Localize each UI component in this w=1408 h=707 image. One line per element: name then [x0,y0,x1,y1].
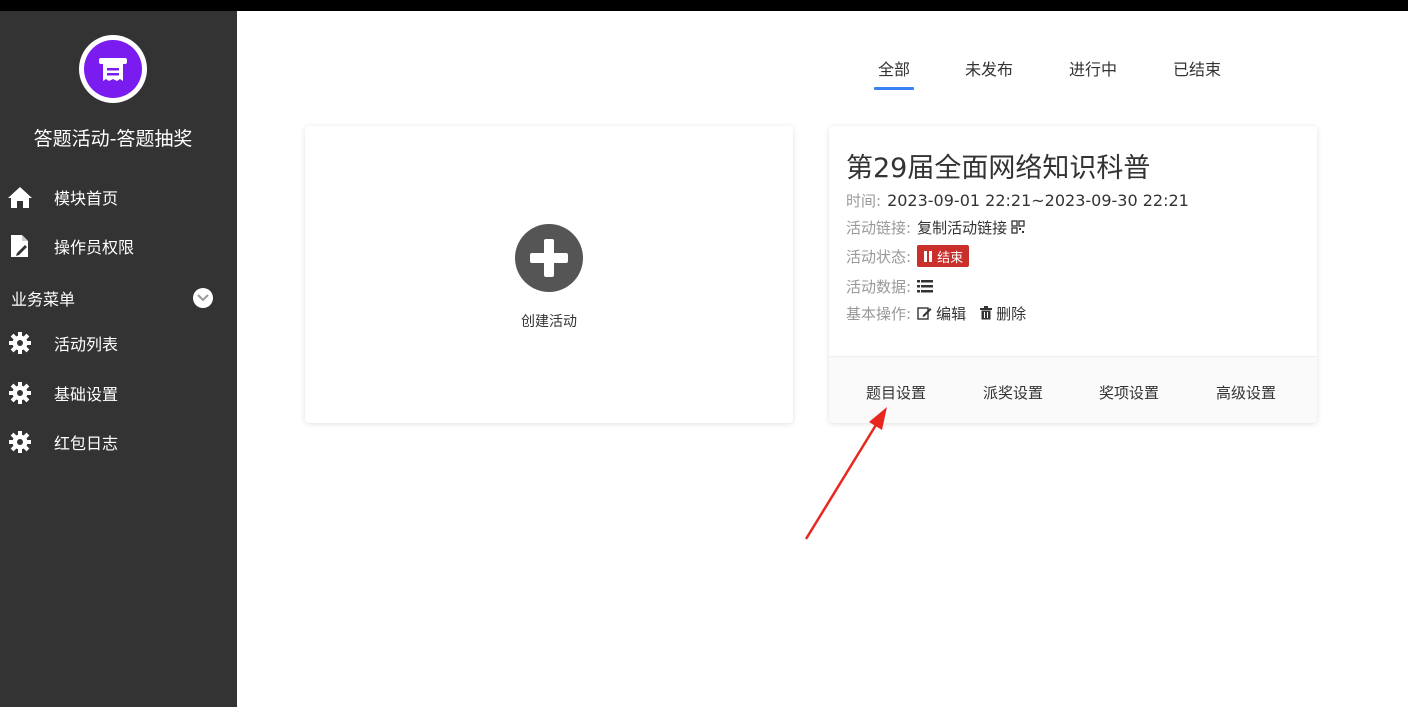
question-settings-button[interactable]: 题目设置 [866,382,926,403]
tab-label: 已结束 [1173,60,1222,79]
tab-label: 未发布 [965,60,1014,79]
activity-time-row: 时间: 2023-09-01 22:21~2023-09-30 22:21 [846,189,1189,211]
award-settings-button[interactable]: 奖项设置 [1099,382,1159,403]
gear-icon [7,380,33,406]
sidebar: 答题活动-答题抽奖 模块首页 操作员权限 业务菜单 活动列表 基础设置 红包日志 [0,11,237,707]
copy-link-label: 复制活动链接 [917,218,1008,237]
status-label: 结束 [937,250,964,266]
trash-icon [980,306,993,320]
activity-card-footer: 题目设置 派奖设置 奖项设置 高级设置 [829,356,1317,423]
tab-label: 进行中 [1069,60,1118,79]
prize-dispatch-settings-button[interactable]: 派奖设置 [983,382,1043,403]
gear-icon [7,330,33,356]
chevron-down-icon[interactable] [193,288,213,308]
edit-label: 编辑 [936,304,967,323]
sidebar-item-activity-list[interactable]: 活动列表 [0,323,237,363]
sidebar-item-label: 操作员权限 [54,238,135,257]
link-key: 活动链接: [846,218,912,237]
activity-link-row: 活动链接: 复制活动链接 [846,216,1029,238]
status-badge: 结束 [917,245,970,267]
tab-unpublished[interactable]: 未发布 [965,56,1013,90]
plus-circle-icon[interactable] [515,224,583,292]
time-value: 2023-09-01 22:21~2023-09-30 22:21 [887,190,1189,210]
delete-button[interactable]: 删除 [980,303,1026,324]
gear-icon [7,429,33,455]
sidebar-item-label: 模块首页 [54,189,119,208]
sidebar-item-label: 红包日志 [54,434,119,453]
advanced-settings-button[interactable]: 高级设置 [1216,382,1276,403]
sidebar-item-basic-settings[interactable]: 基础设置 [0,373,237,413]
status-key: 活动状态: [846,247,912,266]
activity-status-row: 活动状态: 结束 [846,245,970,267]
activity-data-row: 活动数据: [846,275,934,297]
sidebar-item-label: 基础设置 [54,385,119,404]
ops-key: 基本操作: [846,304,912,323]
activity-ops-row: 基本操作: 编辑 删除 [846,302,1026,324]
delete-label: 删除 [996,304,1027,323]
sidebar-item-redpacket-log[interactable]: 红包日志 [0,422,237,462]
section-label: 业务菜单 [11,290,76,309]
time-key: 时间: [846,191,882,210]
activity-card: 第29届全面网络知识科普 时间: 2023-09-01 22:21~2023-0… [829,126,1317,423]
edit-icon [917,307,932,320]
sidebar-section-business-menu[interactable]: 业务菜单 [0,285,237,311]
sidebar-item-permissions[interactable]: 操作员权限 [0,226,237,266]
home-icon [7,184,33,210]
activity-title: 第29届全面网络知识科普 [846,153,1151,184]
sidebar-item-label: 活动列表 [54,335,119,354]
create-activity-card[interactable]: 创建活动 [305,126,793,423]
qrcode-icon[interactable] [1011,220,1025,234]
sidebar-item-home[interactable]: 模块首页 [0,177,237,217]
tab-label: 全部 [878,60,911,79]
edit-button[interactable]: 编辑 [917,303,966,324]
tab-ended[interactable]: 已结束 [1173,56,1221,90]
app-title: 答题活动-答题抽奖 [33,128,193,150]
active-tab-indicator [874,87,915,90]
document-edit-icon [7,233,33,259]
tab-in-progress[interactable]: 进行中 [1069,56,1117,90]
pause-icon [923,250,933,262]
list-icon[interactable] [917,279,934,293]
tab-all[interactable]: 全部 [874,56,915,90]
status-tabs: 全部 未发布 进行中 已结束 [0,56,1408,92]
data-key: 活动数据: [846,277,912,296]
top-bar [0,0,1408,11]
create-activity-label: 创建活动 [521,314,577,330]
copy-link-button[interactable]: 复制活动链接 [917,217,1029,238]
